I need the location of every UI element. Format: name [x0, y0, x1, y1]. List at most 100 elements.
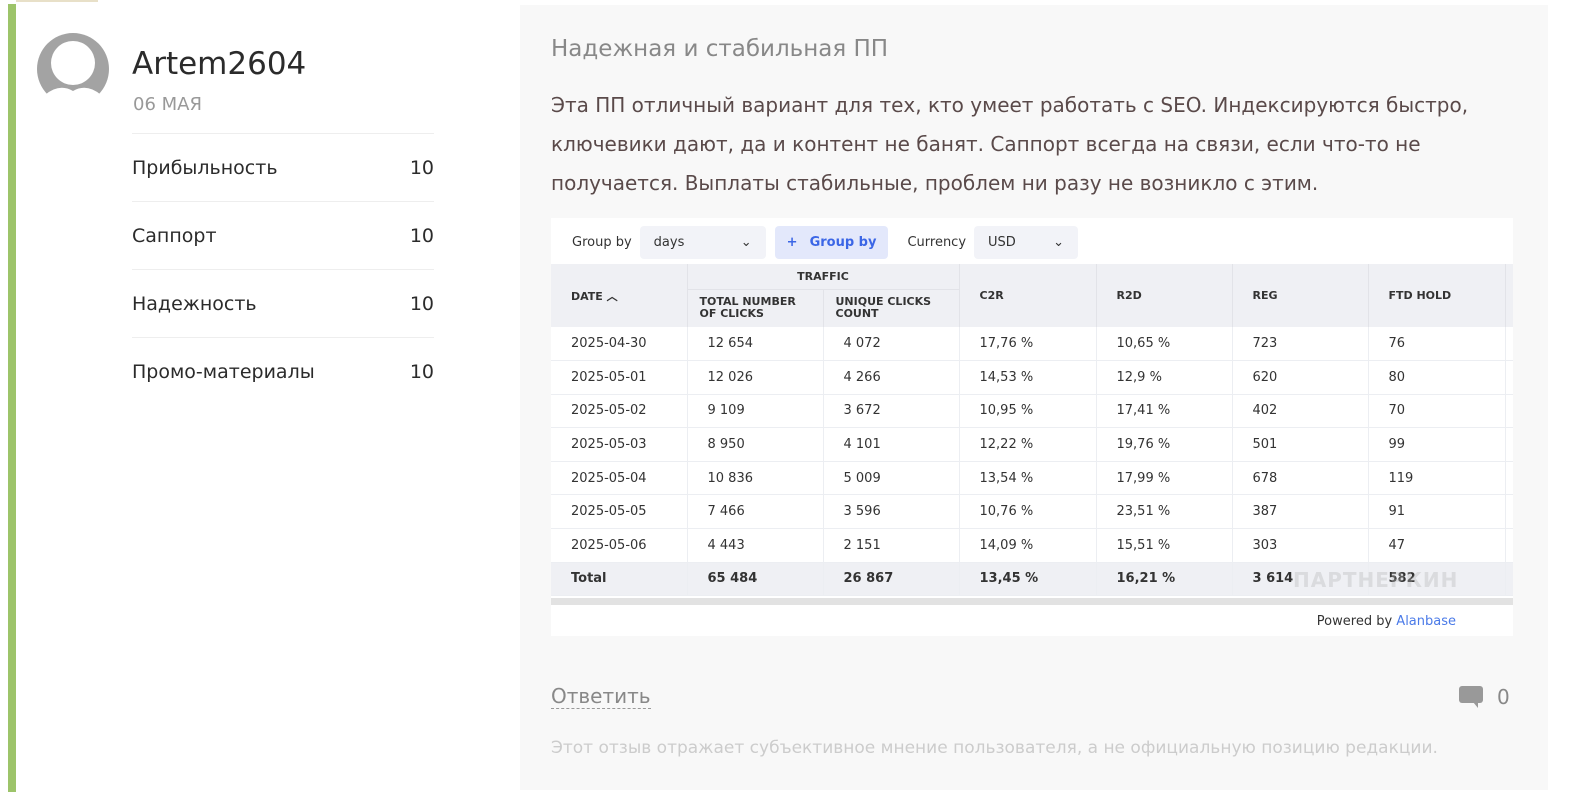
comment-count: 0 — [1497, 685, 1510, 709]
table-cell: 119 — [1368, 461, 1506, 496]
table-cell: 19,76 % — [1096, 427, 1233, 462]
table-cell: 12 026 — [687, 360, 824, 395]
table-cell: Total — [551, 562, 688, 597]
table-cell: 2025-04-30 — [551, 327, 688, 362]
table-cell: 17,99 % — [1096, 461, 1233, 496]
table-cell: 2025-05-01 — [551, 360, 688, 395]
author-name[interactable]: Artem2604 — [132, 46, 306, 82]
table-cell: 14,09 % — [959, 528, 1097, 563]
table-cell: 10,95 % — [959, 394, 1097, 429]
table-cell: 17,41 % — [1096, 394, 1233, 429]
table-cell: 65 484 — [687, 562, 824, 597]
table-cell: 2 151 — [823, 528, 960, 563]
table-cell: 12,9 % — [1096, 360, 1233, 395]
table-cell: 501 — [1232, 427, 1369, 462]
add-group-by-label: Group by — [809, 235, 877, 250]
table-cell: 16,21 % — [1096, 562, 1233, 597]
comments-button[interactable]: 0 — [1459, 685, 1510, 709]
table-cell: 99 — [1368, 427, 1506, 462]
table-cell: 2025-05-06 — [551, 528, 688, 563]
table-cell: 70 — [1368, 394, 1506, 429]
comment-icon — [1459, 686, 1483, 708]
table-cell: 91 — [1368, 494, 1506, 530]
table-cell: 47 — [1368, 528, 1506, 563]
table-cell: 23,51 % — [1096, 494, 1233, 530]
table-cell: 12,22 % — [959, 427, 1097, 462]
group-by-label: Group by — [572, 235, 632, 250]
table-cell: 76 — [1368, 327, 1506, 362]
table-cell: 9 109 — [687, 394, 824, 429]
col-date[interactable]: DATE ︿ — [551, 264, 688, 327]
table-cell: 2025-05-03 — [551, 427, 688, 462]
rating-label: Промо-материалы — [132, 360, 315, 383]
powered-by: Powered by Alanbase — [1316, 614, 1456, 629]
table-cell: 723 — [1232, 327, 1369, 362]
horizontal-scrollbar[interactable] — [551, 598, 1513, 605]
table-cell: 80 — [1368, 360, 1506, 395]
table-cell: 2025-05-04 — [551, 461, 688, 496]
table-cell: 3 672 — [823, 394, 960, 429]
watermark: ПАРТНЕРКИН — [1293, 568, 1459, 592]
alanbase-link[interactable]: Alanbase — [1396, 614, 1456, 629]
rating-label: Надежность — [132, 292, 257, 315]
col-group-traffic: TRAFFIC — [687, 264, 960, 290]
rating-value: 10 — [409, 156, 434, 179]
avatar-icon — [37, 33, 109, 105]
add-group-by-button[interactable]: + Group by — [774, 226, 889, 259]
table-cell: 13,54 % — [959, 461, 1097, 496]
chevron-down-icon: ⌄ — [1053, 235, 1065, 250]
table-cell: 3 596 — [823, 494, 960, 530]
ratings-list: Прибыльность 10 Саппорт 10 Надежность 10 Промо… — [132, 133, 434, 405]
table-cell: 15,51 % — [1096, 528, 1233, 563]
table-cell: 678 — [1232, 461, 1369, 496]
group-by-select[interactable]: days ⌄ — [639, 226, 766, 259]
table-cell: 7 466 — [687, 494, 824, 530]
col-r2d[interactable]: R2D — [1096, 264, 1233, 327]
table-row: 2025-05-02 9 109 3 672 10,95 % 17,41 % 402 70 — [551, 394, 1513, 429]
table-cell: 26 867 — [823, 562, 960, 597]
table-cell: 303 — [1232, 528, 1369, 563]
table-cell: 4 072 — [823, 327, 960, 362]
table-row: 2025-05-06 4 443 2 151 14,09 % 15,51 % 303 47 — [551, 528, 1513, 563]
table-cell: 10,65 % — [1096, 327, 1233, 362]
sort-up-icon: ︿ — [606, 289, 618, 303]
group-by-value: days — [653, 235, 685, 250]
rating-value: 10 — [409, 360, 434, 383]
table-cell: 2025-05-05 — [551, 494, 688, 530]
currency-select[interactable]: USD ⌄ — [974, 226, 1079, 259]
rating-row: Промо-материалы 10 — [132, 337, 434, 405]
table-row: 2025-04-30 12 654 4 072 17,76 % 10,65 % 723 76 — [551, 327, 1513, 362]
reply-link[interactable]: Ответить — [551, 684, 651, 709]
rating-value: 10 — [409, 292, 434, 315]
col-total-clicks[interactable]: TOTAL NUMBER OF CLICKS — [687, 289, 824, 327]
disclaimer: Этот отзыв отражает субъективное мнение … — [551, 738, 1438, 758]
col-c2r[interactable]: C2R — [959, 264, 1097, 327]
review-date: 06 МАЯ — [133, 94, 202, 115]
col-unique-clicks[interactable]: UNIQUE CLICKS COUNT — [823, 289, 960, 327]
col-reg[interactable]: REG — [1232, 264, 1369, 327]
table-cell: 14,53 % — [959, 360, 1097, 395]
review-text: Эта ПП отличный вариант для тех, кто уме… — [551, 93, 1469, 195]
currency-label: Currency — [907, 235, 967, 250]
rating-row: Саппорт 10 — [132, 201, 434, 269]
table-cell: 17,76 % — [959, 327, 1097, 362]
top-accent-line — [16, 0, 98, 2]
table-cell: 4 101 — [823, 427, 960, 462]
table-cell: 12 654 — [687, 327, 824, 362]
table-cell: 402 — [1232, 394, 1369, 429]
col-ftd-hold[interactable]: FTD HOLD — [1368, 264, 1506, 327]
table-cell: 13,45 % — [959, 562, 1097, 597]
table-row: 2025-05-03 8 950 4 101 12,22 % 19,76 % 501 99 — [551, 427, 1513, 462]
plus-icon: + — [786, 235, 798, 250]
table-cell: 4 443 — [687, 528, 824, 563]
rating-row: Надежность 10 — [132, 269, 434, 337]
table-cell: 387 — [1232, 494, 1369, 530]
table-cell: 620 — [1232, 360, 1369, 395]
stats-table: DATE ︿ TRAFFIC C2R R2D REG FTD HOLD TOTA… — [551, 264, 1513, 597]
table-cell: 10,76 % — [959, 494, 1097, 530]
review-accent-bar — [8, 4, 16, 792]
rating-row: Прибыльность 10 — [132, 133, 434, 201]
table-cell: 2025-05-02 — [551, 394, 688, 429]
table-cell: 8 950 — [687, 427, 824, 462]
stats-screenshot: Group by days ⌄ + Group by Currency USD ⌄ D… — [551, 218, 1513, 636]
